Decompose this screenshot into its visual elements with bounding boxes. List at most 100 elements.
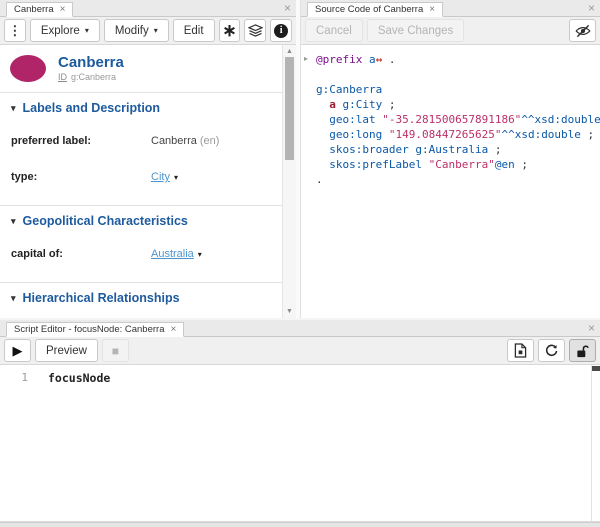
menu-button[interactable]: ⋮ [4, 19, 26, 42]
chevron-down-icon[interactable]: ▾ [174, 173, 178, 182]
row-preferred-label: preferred label: Canberra(en) [0, 127, 282, 163]
lock-toggle-button[interactable] [569, 339, 596, 362]
code-line: . [316, 172, 600, 187]
code-token [336, 98, 343, 111]
scrollbar-thumb[interactable] [592, 366, 600, 371]
stop-button[interactable]: ■ [102, 339, 129, 362]
tab-canberra[interactable]: Canberra × [6, 2, 73, 17]
code-token: ; [581, 128, 594, 141]
layers-icon [248, 24, 263, 37]
capital-of-value-link[interactable]: Australia [151, 248, 194, 260]
layers-button[interactable] [244, 19, 266, 42]
kebab-menu-icon: ⋮ [8, 23, 21, 39]
script-toolbar: ▶ Preview ■ [0, 337, 600, 365]
code-token [382, 128, 389, 141]
source-toolbar: Cancel Save Changes [301, 17, 600, 45]
preview-button[interactable]: Preview [35, 339, 98, 362]
code-token: ; [382, 98, 395, 111]
code-token: ^^xsd:double [501, 128, 580, 141]
row-type: type: City ▾ [0, 163, 282, 199]
tab-source-label: Source Code of Canberra [315, 4, 423, 15]
modify-label: Modify [115, 25, 149, 37]
info-button[interactable]: i [270, 19, 292, 42]
explore-dropdown[interactable]: Explore ▾ [30, 19, 100, 42]
line-number-gutter: 1 [0, 365, 38, 521]
eye-off-icon [574, 24, 592, 38]
save-changes-button[interactable]: Save Changes [367, 19, 464, 42]
section-hierarchical[interactable]: ▾ Hierarchical Relationships [0, 282, 282, 311]
export-script-button[interactable] [507, 339, 534, 362]
tab-close-icon[interactable]: × [170, 325, 176, 335]
panel-close-icon[interactable]: × [284, 1, 291, 15]
entity-content: Canberra IDg:Canberra ▾ Labels and Descr… [0, 45, 296, 318]
section-geopolitical[interactable]: ▾ Geopolitical Characteristics [0, 205, 282, 234]
code-token: "-35.281500657891186" [382, 113, 521, 126]
code-line: g:Canberra [316, 82, 600, 97]
stop-icon: ■ [112, 345, 119, 357]
code-token: "Canberra" [429, 158, 495, 171]
code-token: geo:long [329, 128, 382, 141]
panel-close-icon[interactable]: × [588, 321, 595, 335]
script-editor-area[interactable]: 1 focusNode [0, 365, 600, 522]
chevron-down-icon[interactable]: ▾ [198, 250, 202, 259]
file-icon [514, 343, 527, 358]
unlock-icon [575, 344, 590, 358]
entity-header: Canberra IDg:Canberra [0, 45, 282, 92]
entity-panel: Canberra × × ⋮ Explore ▾ Modify ▾ E [0, 0, 296, 318]
info-icon: i [274, 24, 288, 38]
script-code-text[interactable]: focusNode [48, 371, 110, 385]
tab-script-label: Script Editor - focusNode: Canberra [14, 324, 164, 335]
script-scrollbar[interactable] [591, 365, 600, 521]
code-token: a [329, 98, 336, 111]
section-labels-description[interactable]: ▾ Labels and Description [0, 92, 282, 121]
code-token: skos:broader [329, 143, 408, 156]
source-code-editor[interactable]: ▸ @prefix a↔ .g:Canberra a g:City ; geo:… [301, 45, 600, 318]
chevron-down-icon: ▾ [85, 26, 89, 35]
fold-arrow-icon[interactable]: ▸ [304, 54, 308, 63]
mark-button[interactable]: ∗ [219, 19, 241, 42]
prop-value: Canberra(en) [151, 135, 219, 147]
code-token [316, 113, 329, 126]
edit-button[interactable]: Edit [173, 19, 215, 42]
top-row: Canberra × × ⋮ Explore ▾ Modify ▾ E [0, 0, 600, 320]
explore-label: Explore [41, 25, 80, 37]
source-code-text[interactable]: @prefix a↔ .g:Canberra a g:City ; geo:la… [316, 52, 600, 187]
edit-label: Edit [184, 25, 204, 37]
run-button[interactable]: ▶ [4, 339, 31, 362]
prop-label: type: [11, 171, 151, 183]
prop-value: Australia ▾ [151, 248, 202, 260]
save-changes-label: Save Changes [378, 25, 453, 37]
code-line: skos:broader g:Australia ; [316, 142, 600, 157]
code-token [316, 98, 329, 111]
scroll-down-icon[interactable]: ▼ [283, 308, 296, 315]
panel-close-icon[interactable]: × [588, 1, 595, 15]
scrollbar-thumb[interactable] [285, 57, 294, 160]
tab-close-icon[interactable]: × [429, 5, 435, 15]
code-token [316, 158, 329, 171]
code-token [316, 128, 329, 141]
modify-dropdown[interactable]: Modify ▾ [104, 19, 169, 42]
scroll-up-icon[interactable]: ▲ [283, 48, 296, 55]
preferred-label-value: Canberra [151, 135, 197, 147]
code-line: @prefix a↔ . [316, 52, 600, 67]
code-token: . [316, 173, 323, 186]
tab-close-icon[interactable]: × [60, 5, 66, 15]
window-bottom-strip [0, 522, 600, 527]
code-token: . [382, 53, 395, 66]
script-panel-tabbar: Script Editor - focusNode: Canberra × × [0, 320, 600, 337]
collapse-triangle-icon: ▾ [11, 216, 16, 227]
cancel-button[interactable]: Cancel [305, 19, 363, 42]
tab-source-code[interactable]: Source Code of Canberra × [307, 2, 443, 17]
tab-script-editor[interactable]: Script Editor - focusNode: Canberra × [6, 322, 184, 337]
type-value-link[interactable]: City [151, 171, 170, 183]
tab-canberra-label: Canberra [14, 4, 54, 15]
refresh-button[interactable] [538, 339, 565, 362]
code-token [422, 158, 429, 171]
entity-scrollbar[interactable]: ▲ ▼ [282, 45, 296, 318]
code-line: geo:lat "-35.281500657891186"^^xsd:doubl… [316, 112, 600, 127]
code-token: g:Canberra [316, 83, 382, 96]
chevron-down-icon: ▾ [154, 26, 158, 35]
preview-label: Preview [46, 345, 87, 357]
hide-button[interactable] [569, 19, 596, 42]
collapse-triangle-icon: ▾ [11, 103, 16, 114]
